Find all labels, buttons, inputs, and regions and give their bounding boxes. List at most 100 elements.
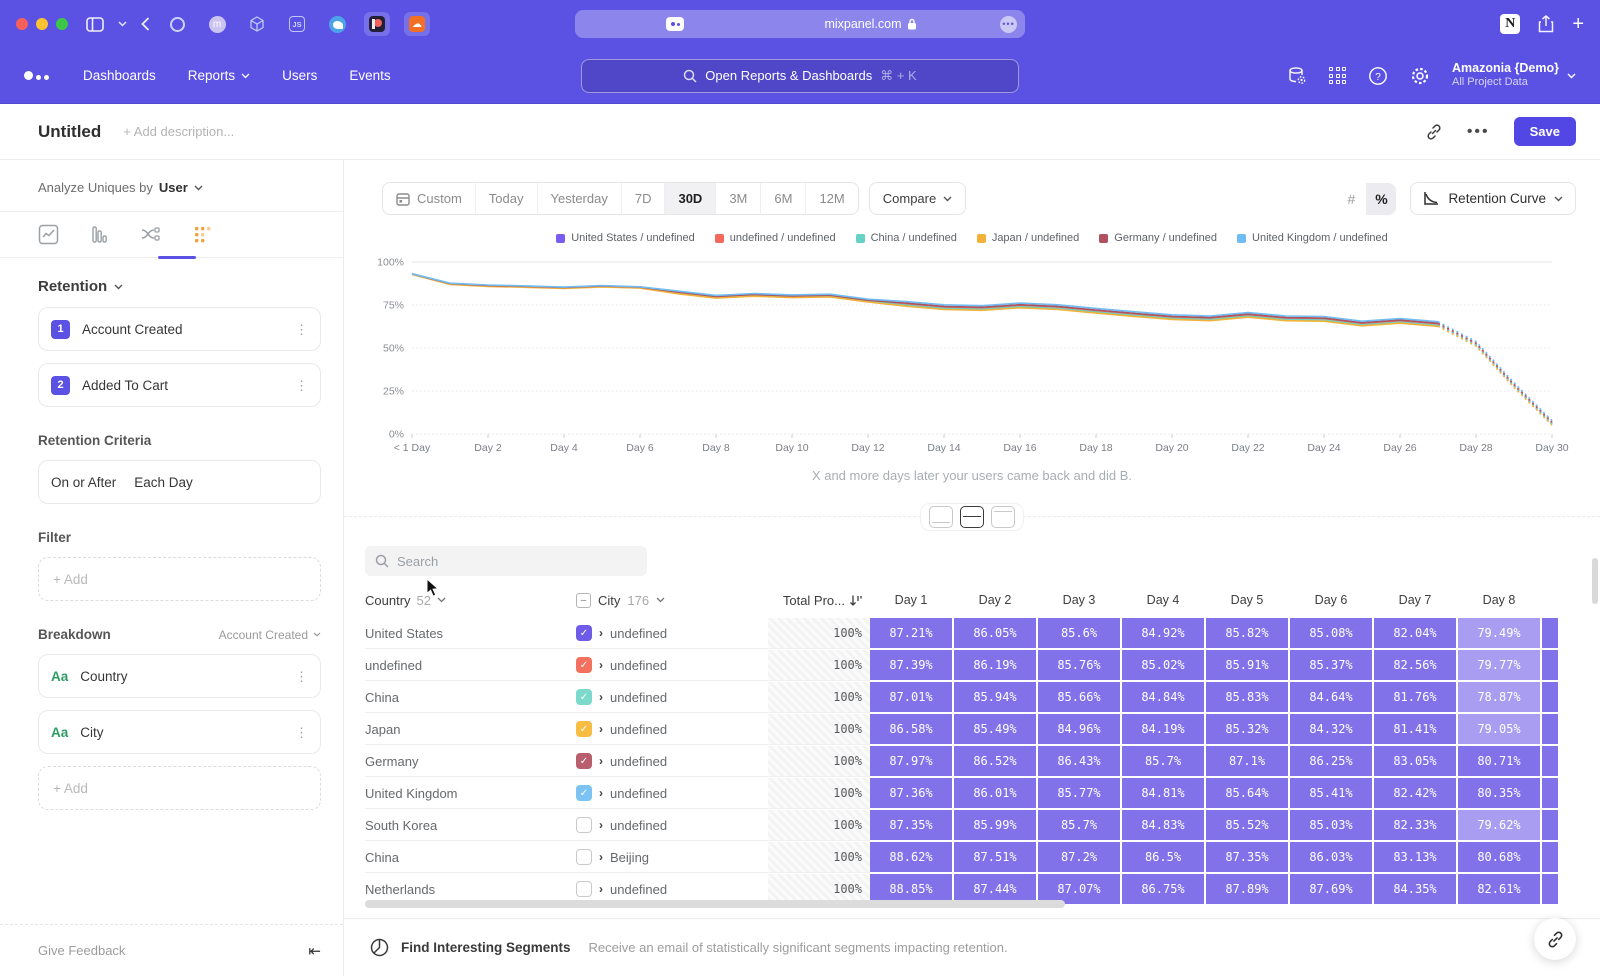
range-button-3m[interactable]: 3M [716, 183, 761, 214]
browser-sidebar-icon[interactable] [86, 17, 104, 32]
retention-cell[interactable]: 85.08% [1290, 618, 1372, 648]
retention-cell[interactable]: 85.41% [1290, 778, 1372, 808]
range-button-7d[interactable]: 7D [622, 183, 666, 214]
retention-cell[interactable]: 82.56% [1374, 650, 1456, 680]
table-row[interactable]: China ✓›undefined 100% 87.01%85.94%85.66… [365, 682, 1590, 713]
tab-icon-soundcloud[interactable]: ☁ [404, 12, 430, 36]
city-cell[interactable]: ✓›undefined [576, 746, 768, 777]
retention-cell[interactable]: 80.71% [1458, 746, 1540, 776]
kebab-menu-icon[interactable]: ⋮ [295, 674, 308, 679]
more-options-icon[interactable]: ••• [1467, 123, 1490, 141]
retention-cell[interactable]: 79.05% [1458, 714, 1540, 744]
kebab-menu-icon[interactable]: ⋮ [295, 383, 308, 388]
retention-cell[interactable]: 84.64% [1290, 682, 1372, 712]
expand-row-icon[interactable]: › [599, 626, 603, 640]
breakdown-card-country[interactable]: Aa Country ⋮ [38, 654, 321, 698]
retention-cell[interactable]: 86.01% [954, 778, 1036, 808]
country-cell[interactable]: undefined [365, 650, 576, 681]
retention-cell[interactable]: 82.61% [1458, 874, 1540, 904]
total-column-header[interactable]: Total Pro... [768, 593, 870, 608]
row-checkbox[interactable]: ✓ [576, 689, 592, 705]
retention-cell[interactable]: 87.2% [1038, 842, 1120, 872]
notion-extension-icon[interactable]: N [1500, 14, 1520, 34]
retention-cell[interactable]: 86.19% [954, 650, 1036, 680]
retention-cell[interactable]: 86.43% [1038, 746, 1120, 776]
retention-cell[interactable]: 86.25% [1290, 746, 1372, 776]
city-cell[interactable]: ✓›undefined [576, 714, 768, 745]
retention-cell[interactable]: 85.7% [1122, 746, 1204, 776]
retention-cell[interactable]: 84.35% [1374, 874, 1456, 904]
retention-cell[interactable]: 83.13% [1374, 842, 1456, 872]
breakdown-property[interactable]: City [80, 725, 103, 740]
breakdown-property[interactable]: Country [80, 669, 127, 684]
workspace-switcher[interactable]: Amazonia {Demo} All Project Data [1452, 61, 1576, 90]
chevron-down-icon[interactable] [118, 21, 127, 27]
retention-chart[interactable]: 100%75%50%25%0%< 1 DayDay 2Day 4Day 6Day… [368, 254, 1578, 466]
nav-item-users[interactable]: Users [282, 68, 317, 83]
layout-split-button[interactable] [960, 506, 984, 528]
retention-cell[interactable]: 86.52% [954, 746, 1036, 776]
step-card-1[interactable]: 1 Account Created ⋮ [38, 307, 321, 351]
global-search[interactable]: Open Reports & Dashboards ⌘ + K [581, 59, 1019, 93]
layout-chart-only-button[interactable] [929, 506, 953, 528]
retention-cell[interactable]: 84.32% [1290, 714, 1372, 744]
retention-cell[interactable]: 82.42% [1374, 778, 1456, 808]
tab-flows[interactable] [140, 224, 162, 245]
retention-cell[interactable]: 78.87% [1458, 682, 1540, 712]
kebab-menu-icon[interactable]: ⋮ [295, 327, 308, 332]
vertical-scrollbar[interactable] [1592, 558, 1598, 604]
criteria-interval[interactable]: Each Day [134, 475, 193, 490]
city-cell[interactable]: ✓›undefined [576, 682, 768, 713]
expand-row-icon[interactable]: › [599, 786, 603, 800]
retention-cell[interactable]: 80.68% [1458, 842, 1540, 872]
tab-funnels[interactable] [89, 224, 110, 245]
retention-cell[interactable]: 87.36% [870, 778, 952, 808]
retention-cell[interactable]: 87.89% [1206, 874, 1288, 904]
segments-title[interactable]: Find Interesting Segments [401, 940, 571, 955]
retention-cell[interactable]: 85.64% [1206, 778, 1288, 808]
table-row[interactable]: Japan ✓›undefined 100% 86.58%85.49%84.96… [365, 714, 1590, 745]
step-event-name[interactable]: Added To Cart [82, 378, 168, 393]
tab-icon-ring[interactable] [164, 12, 190, 36]
layout-table-only-button[interactable] [991, 506, 1015, 528]
retention-cell[interactable]: 85.02% [1122, 650, 1204, 680]
retention-cell[interactable]: 84.84% [1122, 682, 1204, 712]
retention-cell[interactable]: 79.49% [1458, 618, 1540, 648]
retention-cell[interactable]: 84.81% [1122, 778, 1204, 808]
retention-cell[interactable]: 85.49% [954, 714, 1036, 744]
table-row[interactable]: United Kingdom ✓›undefined 100% 87.36%86… [365, 778, 1590, 809]
nav-item-dashboards[interactable]: Dashboards [83, 68, 156, 83]
retention-cell[interactable]: 88.62% [870, 842, 952, 872]
format-button-percent[interactable]: % [1366, 183, 1396, 215]
table-row[interactable]: United States ✓›undefined 100% 87.21%86.… [365, 618, 1590, 649]
country-column-header[interactable]: Country 52 [365, 593, 576, 608]
retention-cell[interactable]: 85.52% [1206, 810, 1288, 840]
day-column-header[interactable]: Day 8 [1458, 593, 1540, 607]
tab-icon-cube[interactable] [244, 12, 270, 36]
retention-cell[interactable]: 85.77% [1038, 778, 1120, 808]
minimize-window-button[interactable] [36, 18, 48, 30]
legend-item[interactable]: United Kingdom / undefined [1237, 232, 1388, 244]
city-cell[interactable]: ›Beijing [576, 842, 768, 873]
country-cell[interactable]: Japan [365, 714, 576, 745]
criteria-mode[interactable]: On or After [51, 475, 116, 490]
chart-type-selector[interactable]: Retention Curve [1410, 182, 1576, 215]
day-column-header[interactable]: Day 6 [1290, 593, 1372, 607]
legend-item[interactable]: Japan / undefined [977, 232, 1079, 244]
retention-cell[interactable]: 87.51% [954, 842, 1036, 872]
share-link-fab[interactable] [1534, 918, 1576, 960]
range-button-6m[interactable]: 6M [761, 183, 806, 214]
country-cell[interactable]: China [365, 682, 576, 713]
retention-cell[interactable]: 84.19% [1122, 714, 1204, 744]
retention-cell[interactable]: 87.01% [870, 682, 952, 712]
row-checkbox[interactable] [576, 817, 592, 833]
retention-cell[interactable]: 85.7% [1038, 810, 1120, 840]
retention-cell[interactable]: 85.76% [1038, 650, 1120, 680]
range-button-custom[interactable]: Custom [383, 183, 476, 214]
city-cell[interactable]: ✓›undefined [576, 778, 768, 809]
expand-row-icon[interactable]: › [599, 818, 603, 832]
legend-item[interactable]: China / undefined [856, 232, 957, 244]
retention-cell[interactable]: 87.35% [870, 810, 952, 840]
settings-gear-icon[interactable] [1410, 66, 1430, 86]
tab-icon-js[interactable]: JS [284, 12, 310, 36]
